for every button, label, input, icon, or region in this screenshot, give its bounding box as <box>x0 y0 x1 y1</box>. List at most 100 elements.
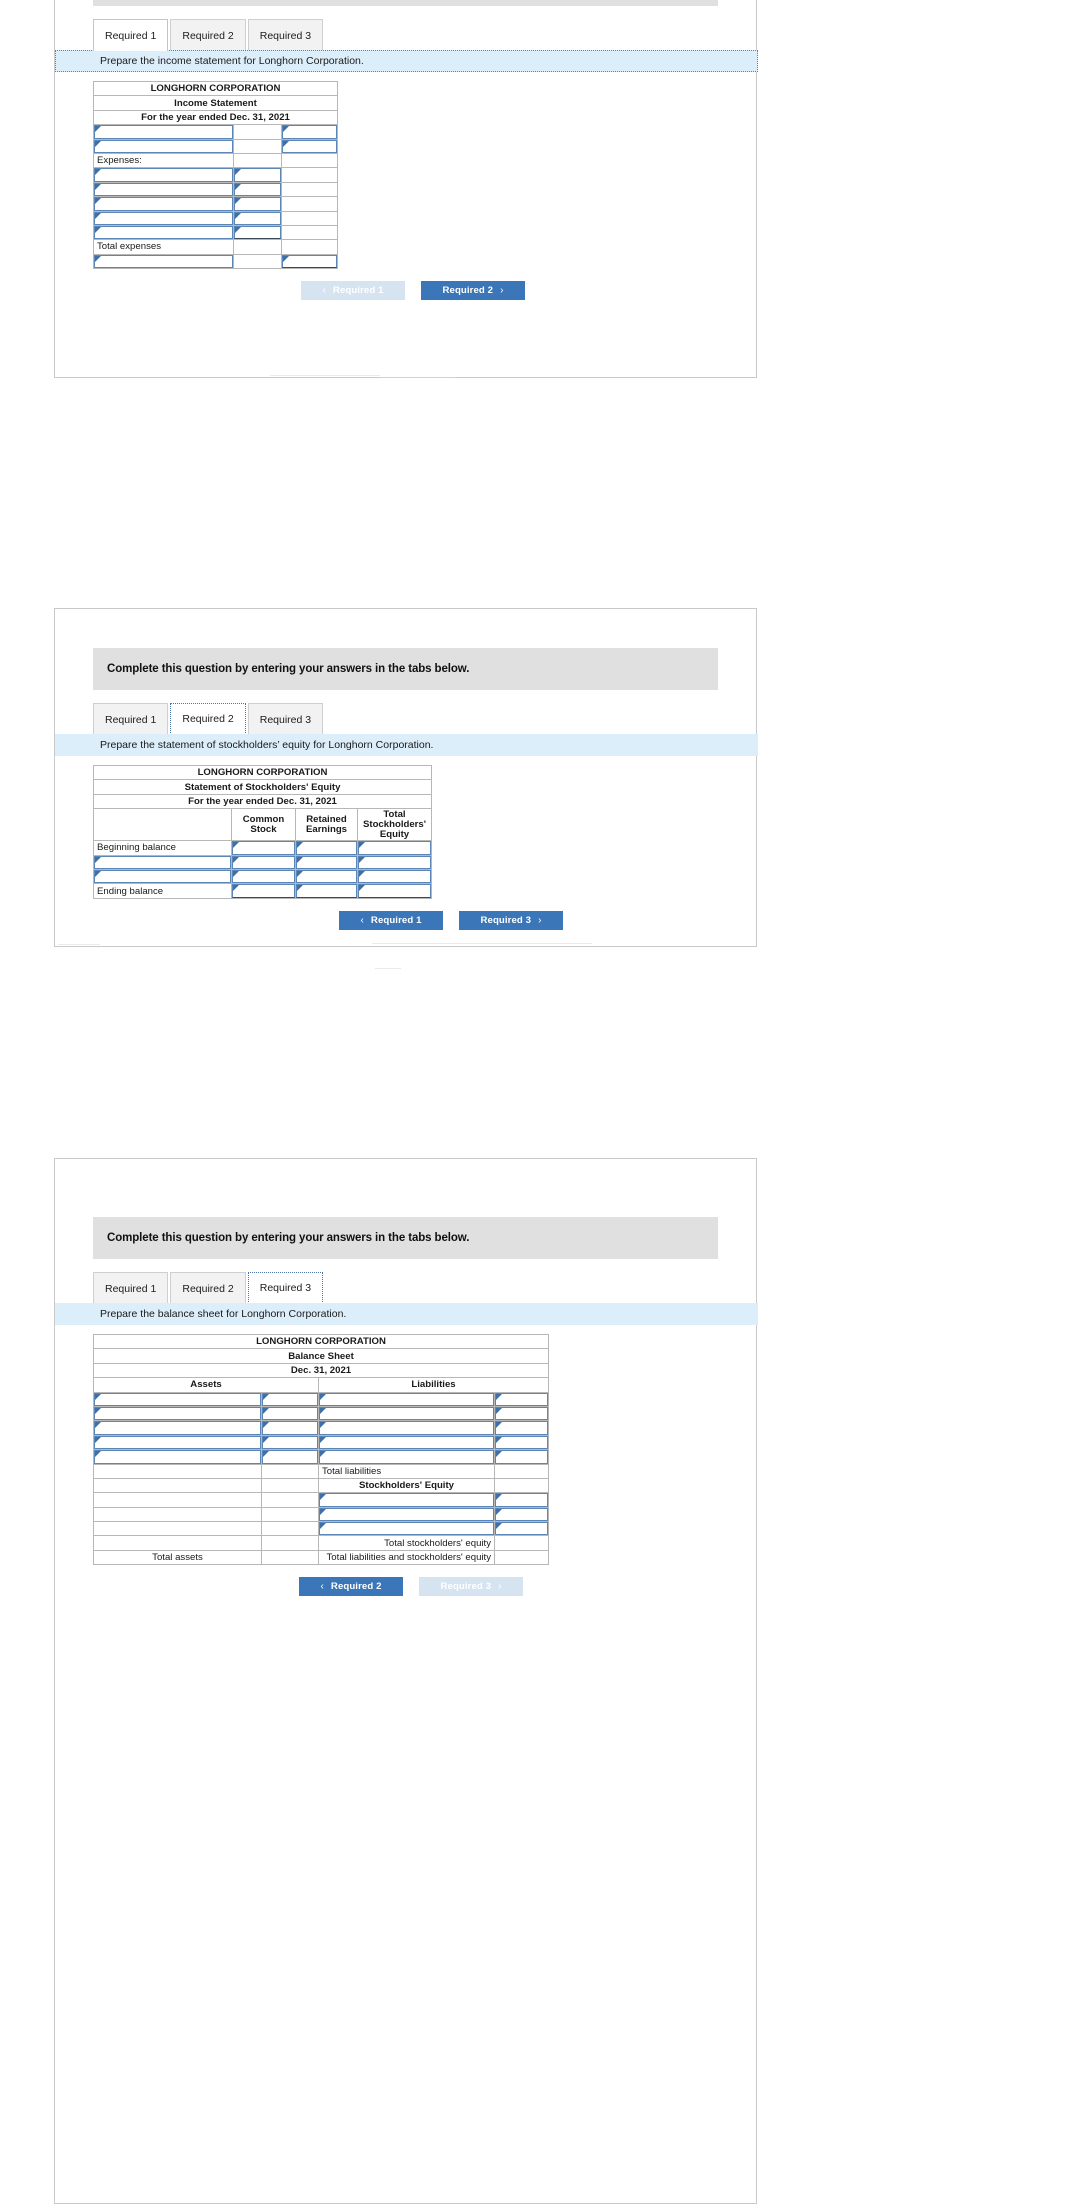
equity-amount-input[interactable] <box>494 1492 549 1508</box>
tab-required-1[interactable]: Required 1 <box>93 703 169 735</box>
revenue-label-input[interactable] <box>93 124 234 140</box>
asset-amount-input[interactable] <box>261 1420 319 1436</box>
ending-common-stock-input[interactable] <box>231 883 296 899</box>
beginning-balance-label: Beginning balance <box>93 840 232 856</box>
liability-amount-input[interactable] <box>494 1391 549 1407</box>
equity-amount-input[interactable] <box>494 1506 549 1523</box>
ending-retained-earnings-input[interactable] <box>295 883 358 899</box>
beginning-common-stock-input[interactable] <box>231 840 296 856</box>
net-income-label-input[interactable] <box>93 253 234 270</box>
expense-label-input[interactable] <box>93 181 234 198</box>
total-equity-input[interactable] <box>357 854 432 870</box>
tab-required-1[interactable]: Required 1 <box>93 19 169 51</box>
asset-amount-input[interactable] <box>261 1434 319 1451</box>
tab-required-1[interactable]: Required 1 <box>93 1272 169 1304</box>
column-header-total-equity: Total Stockholders' Equity <box>357 808 432 842</box>
total-equity-input[interactable] <box>357 868 432 885</box>
next-required-button[interactable]: Required 3 › <box>459 910 563 930</box>
equity-label-input[interactable] <box>318 1506 495 1523</box>
spacer-cell <box>93 1477 262 1494</box>
liability-amount-input[interactable] <box>494 1449 549 1465</box>
next-required-button[interactable]: Required 3 › <box>419 1577 523 1597</box>
asset-label-input[interactable] <box>93 1449 262 1465</box>
spacer-cell <box>281 181 338 198</box>
asset-label-input[interactable] <box>93 1391 262 1407</box>
common-stock-input[interactable] <box>231 854 296 870</box>
row-label-input[interactable] <box>93 868 232 885</box>
nav-button-label: Required 1 <box>332 285 384 297</box>
common-stock-input[interactable] <box>231 868 296 885</box>
expenses-section-label: Expenses: <box>93 152 234 169</box>
equity-label-input[interactable] <box>318 1492 495 1508</box>
net-income-amount-input[interactable] <box>281 253 338 270</box>
nav-button-label: Required 2 <box>330 1581 382 1593</box>
tab-required-3[interactable]: Required 3 <box>247 1272 324 1304</box>
liability-label-input[interactable] <box>318 1420 495 1436</box>
spacer-cell <box>93 1492 262 1508</box>
equity-amount-input[interactable] <box>494 1521 549 1537</box>
spacer-cell <box>494 1463 549 1479</box>
expense-label-input[interactable] <box>93 210 234 226</box>
next-required-button[interactable]: Required 2 › <box>421 281 525 301</box>
revenue-amount-input[interactable] <box>281 124 338 140</box>
tab-required-3[interactable]: Required 3 <box>247 19 324 51</box>
liability-amount-input[interactable] <box>494 1405 549 1422</box>
table-row: LONGHORN CORPORATION <box>93 764 432 781</box>
tab-required-2[interactable]: Required 2 <box>170 703 246 735</box>
equity-label-input[interactable] <box>318 1521 495 1537</box>
asset-label-input[interactable] <box>93 1420 262 1436</box>
expense-amount-input[interactable] <box>233 167 282 183</box>
table-row <box>93 854 432 870</box>
asset-amount-input[interactable] <box>261 1449 319 1465</box>
liability-amount-input[interactable] <box>494 1434 549 1451</box>
expense-amount-input[interactable] <box>233 224 282 241</box>
tab-required-2[interactable]: Required 2 <box>170 19 246 51</box>
retained-earnings-input[interactable] <box>295 868 358 885</box>
spacer-cell <box>281 239 338 255</box>
liability-label-input[interactable] <box>318 1391 495 1407</box>
expense-label-input[interactable] <box>93 224 234 241</box>
liability-label-input[interactable] <box>318 1405 495 1422</box>
retained-earnings-input[interactable] <box>295 854 358 870</box>
asset-label-input[interactable] <box>93 1405 262 1422</box>
total-liabilities-and-equity-label: Total liabilities and stockholders' equi… <box>318 1549 495 1566</box>
tab-required-3[interactable]: Required 3 <box>247 703 324 735</box>
tab-label: Required 3 <box>259 713 312 726</box>
table-row: Dec. 31, 2021 <box>93 1362 549 1379</box>
expense-amount-input[interactable] <box>233 181 282 198</box>
spacer-cell <box>494 1535 549 1551</box>
ending-total-equity-input[interactable] <box>357 883 432 899</box>
liability-amount-input[interactable] <box>494 1420 549 1436</box>
expense-amount-input[interactable] <box>233 196 282 212</box>
expense-label-input[interactable] <box>93 196 234 212</box>
expense-label-input[interactable] <box>93 167 234 183</box>
revenue-label-input[interactable] <box>93 138 234 154</box>
spacer-cell <box>281 196 338 212</box>
row-label-input[interactable] <box>93 854 232 870</box>
expense-amount-input[interactable] <box>233 210 282 226</box>
asset-amount-input[interactable] <box>261 1391 319 1407</box>
prev-required-button[interactable]: ‹ Required 2 <box>299 1577 403 1597</box>
asset-amount-input[interactable] <box>261 1405 319 1422</box>
tab-required-2[interactable]: Required 2 <box>170 1272 246 1304</box>
spacer-cell <box>233 253 282 270</box>
liability-label-input[interactable] <box>318 1434 495 1451</box>
statement-company: LONGHORN CORPORATION <box>93 1333 549 1350</box>
stockholders-equity-section-header: Stockholders' Equity <box>318 1477 495 1494</box>
beginning-retained-earnings-input[interactable] <box>295 840 358 856</box>
beginning-total-equity-input[interactable] <box>357 840 432 856</box>
total-assets-amount-cell <box>261 1549 319 1566</box>
table-row <box>93 124 338 140</box>
table-row: For the year ended Dec. 31, 2021 <box>93 109 338 126</box>
revenue-amount-input[interactable] <box>281 138 338 154</box>
table-row: For the year ended Dec. 31, 2021 <box>93 793 432 810</box>
statement-subtitle: Income Statement <box>93 95 338 111</box>
prev-required-button[interactable]: ‹ Required 1 <box>339 910 443 930</box>
liability-label-input[interactable] <box>318 1449 495 1465</box>
spacer-cell <box>233 124 282 140</box>
table-row <box>93 868 432 885</box>
prev-required-button[interactable]: ‹ Required 1 <box>301 281 405 301</box>
table-row: Total liabilities <box>93 1463 549 1479</box>
chevron-left-icon: ‹ <box>360 914 364 926</box>
asset-label-input[interactable] <box>93 1434 262 1451</box>
